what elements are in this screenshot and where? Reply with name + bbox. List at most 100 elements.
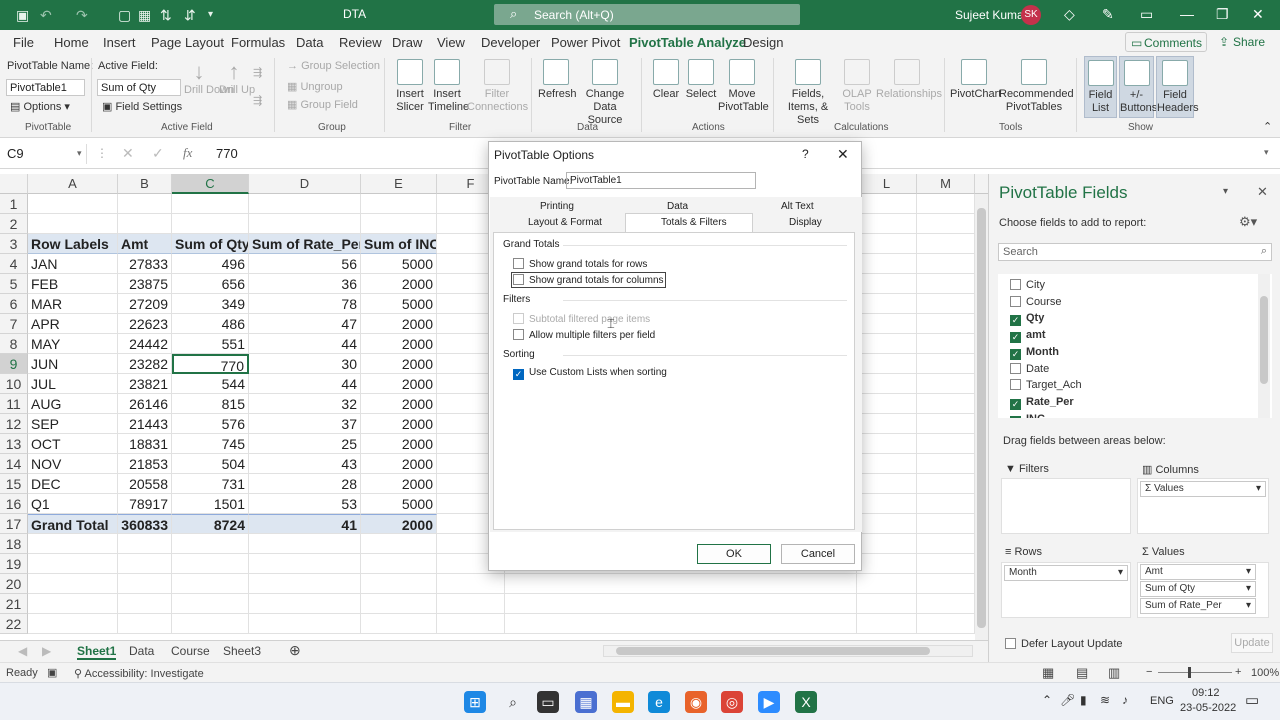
grid-cell[interactable] — [28, 574, 118, 594]
undo-icon[interactable]: ↶ — [40, 7, 52, 24]
insert-function-icon[interactable]: fx — [183, 145, 192, 161]
grid-cell[interactable] — [857, 414, 917, 434]
pivot-value-cell[interactable]: 656 — [172, 274, 249, 294]
grid-cell[interactable] — [917, 194, 975, 214]
grand-total-cell[interactable]: 2000 — [361, 514, 437, 534]
grand-total-label[interactable]: Grand Total — [28, 514, 118, 534]
restore-icon[interactable]: ❐ — [1216, 6, 1229, 23]
enter-icon[interactable]: ✓ — [152, 145, 164, 162]
row-header[interactable]: 6 — [0, 294, 28, 314]
dialog-name-input[interactable]: PivotTable1 — [566, 172, 756, 189]
add-sheet-icon[interactable]: ⊕ — [289, 642, 301, 659]
tab-power-pivot[interactable]: Power Pivot — [551, 35, 620, 50]
move-pivottable-button[interactable]: Move PivotTable — [718, 59, 769, 114]
tab-view[interactable]: View — [437, 35, 465, 50]
field-item[interactable]: ✓ INC — [1010, 413, 1045, 418]
close-icon[interactable]: ✕ — [837, 146, 849, 163]
grid-cell[interactable] — [28, 594, 118, 614]
grid-cell[interactable] — [118, 194, 172, 214]
row-label-cell[interactable]: APR — [28, 314, 118, 334]
field-checkbox[interactable] — [1010, 295, 1021, 307]
tab-review[interactable]: Review — [339, 35, 382, 50]
grid-cell[interactable] — [361, 554, 437, 574]
pivot-value-cell[interactable]: 27833 — [118, 254, 172, 274]
filter-connections-button[interactable]: Filter Connections — [467, 59, 528, 114]
options-button[interactable]: ▤ Options ▾ — [10, 100, 70, 113]
horizontal-scrollbar[interactable] — [603, 645, 973, 657]
row-header[interactable]: 11 — [0, 394, 28, 414]
collapse-ribbon-icon[interactable]: ⌃ — [1263, 120, 1272, 133]
tab-home[interactable]: Home — [54, 35, 89, 50]
grand-total-cell[interactable]: 41 — [249, 514, 361, 534]
row-label-cell[interactable]: SEP — [28, 414, 118, 434]
row-header[interactable]: 16 — [0, 494, 28, 514]
pivot-value-cell[interactable]: 496 — [172, 254, 249, 274]
customize-qa-icon[interactable]: ▾ — [208, 9, 213, 20]
new-file-icon[interactable]: ▢ — [118, 7, 131, 24]
search-box[interactable]: ⌕ Search (Alt+Q) — [494, 4, 800, 25]
tab-totals-filters[interactable]: Totals & Filters — [661, 217, 727, 228]
rows-area[interactable]: Month ▾ — [1001, 562, 1131, 618]
grid-cell[interactable] — [917, 214, 975, 234]
update-button[interactable]: Update — [1231, 633, 1273, 653]
field-item[interactable]: ✓ amt — [1010, 329, 1046, 344]
change-data-source-button[interactable]: Change Data Source — [576, 59, 634, 127]
grid-cell[interactable] — [917, 514, 975, 534]
microphone-icon[interactable]: 🎤︎ — [1060, 693, 1075, 707]
volume-icon[interactable]: ♪ — [1122, 693, 1128, 707]
grid-cell[interactable] — [118, 574, 172, 594]
row-header[interactable]: 19 — [0, 554, 28, 574]
edge-icon[interactable]: e — [648, 691, 670, 713]
row-header[interactable]: 20 — [0, 574, 28, 594]
save-icon[interactable]: ▣ — [16, 7, 29, 24]
pivot-value-cell[interactable]: 745 — [172, 434, 249, 454]
column-header[interactable]: L — [857, 174, 917, 194]
avatar[interactable]: SK — [1021, 5, 1041, 25]
pivot-value-cell[interactable]: 37 — [249, 414, 361, 434]
grid-cell[interactable] — [917, 394, 975, 414]
pivot-value-cell[interactable]: 504 — [172, 454, 249, 474]
row-label-cell[interactable]: MAY — [28, 334, 118, 354]
grand-total-cell[interactable]: 360833 — [118, 514, 172, 534]
tab-draw[interactable]: Draw — [392, 35, 422, 50]
grid-cell[interactable] — [857, 534, 917, 554]
zoom-slider[interactable] — [1158, 672, 1232, 673]
wifi-icon[interactable]: ≋ — [1100, 693, 1110, 707]
grid-cell[interactable] — [857, 314, 917, 334]
grid-cell[interactable] — [857, 254, 917, 274]
grid-cell[interactable] — [857, 354, 917, 374]
normal-view-icon[interactable]: ▦ — [1042, 665, 1054, 681]
field-checkbox[interactable]: ✓ — [1010, 398, 1021, 410]
grid-cell[interactable] — [249, 594, 361, 614]
relationships-button[interactable]: Relationships — [876, 59, 942, 101]
grid-cell[interactable] — [857, 234, 917, 254]
field-item[interactable]: ✓ Rate_Per — [1010, 396, 1074, 410]
show-hidden-icons[interactable]: ⌃ — [1042, 693, 1052, 707]
grid-cell[interactable] — [437, 574, 505, 594]
zoom-in-icon[interactable]: + — [1235, 666, 1241, 678]
row-header[interactable]: 5 — [0, 274, 28, 294]
collapse-field-icon[interactable]: ⇶ — [253, 94, 262, 107]
zoom-out-icon[interactable]: − — [1146, 666, 1152, 678]
field-checkbox[interactable]: ✓ — [1010, 348, 1021, 360]
field-item[interactable]: Date — [1010, 362, 1049, 375]
grid-cell[interactable] — [917, 334, 975, 354]
field-headers-button[interactable]: Field Headers — [1156, 56, 1199, 118]
pivot-value-cell[interactable]: 2000 — [361, 354, 437, 374]
row-label-cell[interactable]: NOV — [28, 454, 118, 474]
pivot-value-cell[interactable]: 486 — [172, 314, 249, 334]
grid-cell[interactable] — [505, 594, 857, 614]
row-label-cell[interactable]: JUL — [28, 374, 118, 394]
pivot-value-cell[interactable]: 815 — [172, 394, 249, 414]
row-label-cell[interactable]: FEB — [28, 274, 118, 294]
tab-design[interactable]: Design — [743, 35, 783, 50]
windows-start-icon[interactable]: ⊞ — [464, 691, 486, 713]
field-search-input[interactable]: Search ⌕ — [998, 243, 1272, 261]
column-header[interactable]: M — [917, 174, 975, 194]
row-header[interactable]: 2 — [0, 214, 28, 234]
values-tag[interactable]: Sum of Rate_Per ▾ — [1140, 598, 1256, 614]
expand-formula-icon[interactable]: ▾ — [1264, 147, 1269, 158]
pivot-value-cell[interactable]: 78 — [249, 294, 361, 314]
olap-tools-button[interactable]: OLAP Tools — [840, 59, 874, 114]
grid-cell[interactable] — [28, 614, 118, 634]
